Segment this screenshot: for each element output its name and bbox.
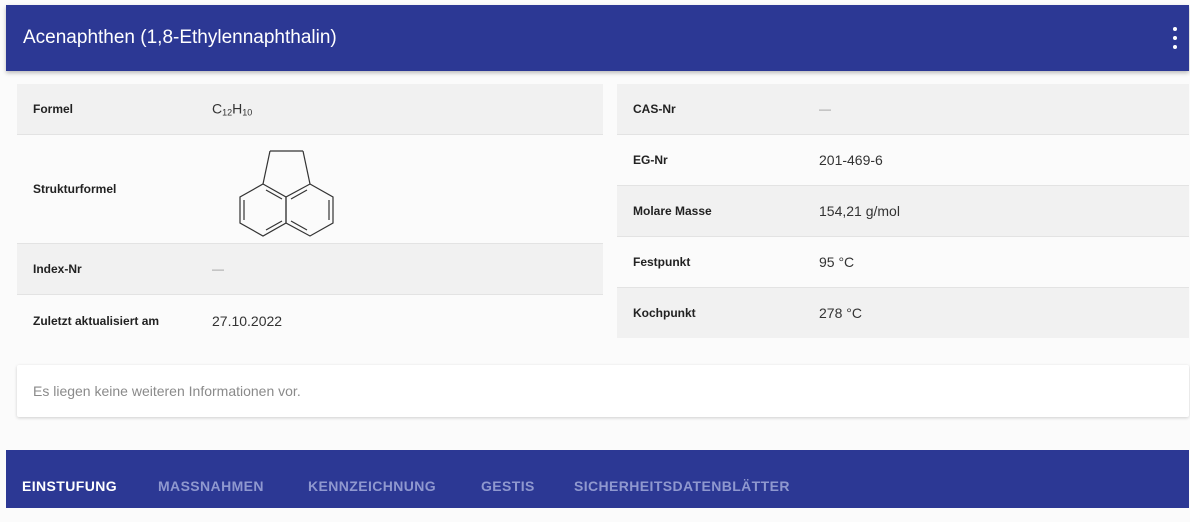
substance-info-left: Formel C12H10 Strukturformel Index-Nr — … bbox=[17, 84, 603, 350]
updated-label: Zuletzt aktualisiert am bbox=[33, 313, 160, 328]
index-value: — bbox=[212, 262, 224, 276]
row-formel: Formel C12H10 bbox=[17, 84, 603, 135]
structure-image bbox=[239, 150, 334, 237]
row-festpunkt: Festpunkt 95 °C bbox=[617, 237, 1189, 288]
row-strukturformel: Strukturformel bbox=[17, 135, 603, 244]
tab-sicherheitsdatenblaetter[interactable]: SICHERHEITSDATENBLÄTTER bbox=[574, 450, 790, 508]
kochpunkt-value: 278 °C bbox=[819, 305, 862, 321]
festpunkt-value: 95 °C bbox=[819, 254, 855, 270]
molare-masse-value: 154,21 g/mol bbox=[819, 203, 900, 219]
row-cas-nr: CAS-Nr — bbox=[617, 84, 1189, 135]
info-text: Es liegen keine weiteren Informationen v… bbox=[33, 383, 301, 399]
tab-gestis[interactable]: GESTIS bbox=[481, 450, 535, 508]
menu-dot bbox=[1173, 36, 1177, 40]
substance-info-right: CAS-Nr — EG-Nr 201-469-6 Molare Masse 15… bbox=[617, 84, 1189, 338]
formel-label: Formel bbox=[33, 102, 74, 116]
row-molare-masse: Molare Masse 154,21 g/mol bbox=[617, 186, 1189, 237]
molare-masse-label: Molare Masse bbox=[633, 204, 712, 218]
app-header: Acenaphthen (1,8-Ethylennaphthalin) bbox=[6, 5, 1189, 71]
festpunkt-label: Festpunkt bbox=[633, 255, 691, 269]
more-vert-icon[interactable] bbox=[1169, 27, 1181, 49]
info-card: Es liegen keine weiteren Informationen v… bbox=[17, 365, 1189, 417]
cas-label: CAS-Nr bbox=[633, 102, 676, 116]
menu-dot bbox=[1173, 45, 1177, 49]
row-kochpunkt: Kochpunkt 278 °C bbox=[617, 288, 1189, 338]
kochpunkt-label: Kochpunkt bbox=[633, 306, 696, 320]
formel-value: C12H10 bbox=[212, 100, 253, 118]
strukturformel-label: Strukturformel bbox=[33, 182, 117, 196]
updated-value: 27.10.2022 bbox=[212, 312, 283, 329]
page-title: Acenaphthen (1,8-Ethylennaphthalin) bbox=[23, 27, 337, 48]
index-label: Index-Nr bbox=[33, 262, 82, 276]
row-updated: Zuletzt aktualisiert am 27.10.2022 bbox=[17, 295, 603, 346]
menu-dot bbox=[1173, 27, 1177, 31]
row-eg-nr: EG-Nr 201-469-6 bbox=[617, 135, 1189, 186]
row-index-nr: Index-Nr — bbox=[17, 244, 603, 295]
eg-value: 201-469-6 bbox=[819, 152, 883, 168]
cas-value: — bbox=[819, 102, 831, 116]
tab-bar: EINSTUFUNG MASSNAHMEN KENNZEICHNUNG GEST… bbox=[6, 450, 1189, 508]
tab-kennzeichnung[interactable]: KENNZEICHNUNG bbox=[308, 450, 436, 508]
tab-einstufung[interactable]: EINSTUFUNG bbox=[22, 450, 117, 508]
eg-label: EG-Nr bbox=[633, 153, 668, 167]
tab-massnahmen[interactable]: MASSNAHMEN bbox=[158, 450, 264, 508]
